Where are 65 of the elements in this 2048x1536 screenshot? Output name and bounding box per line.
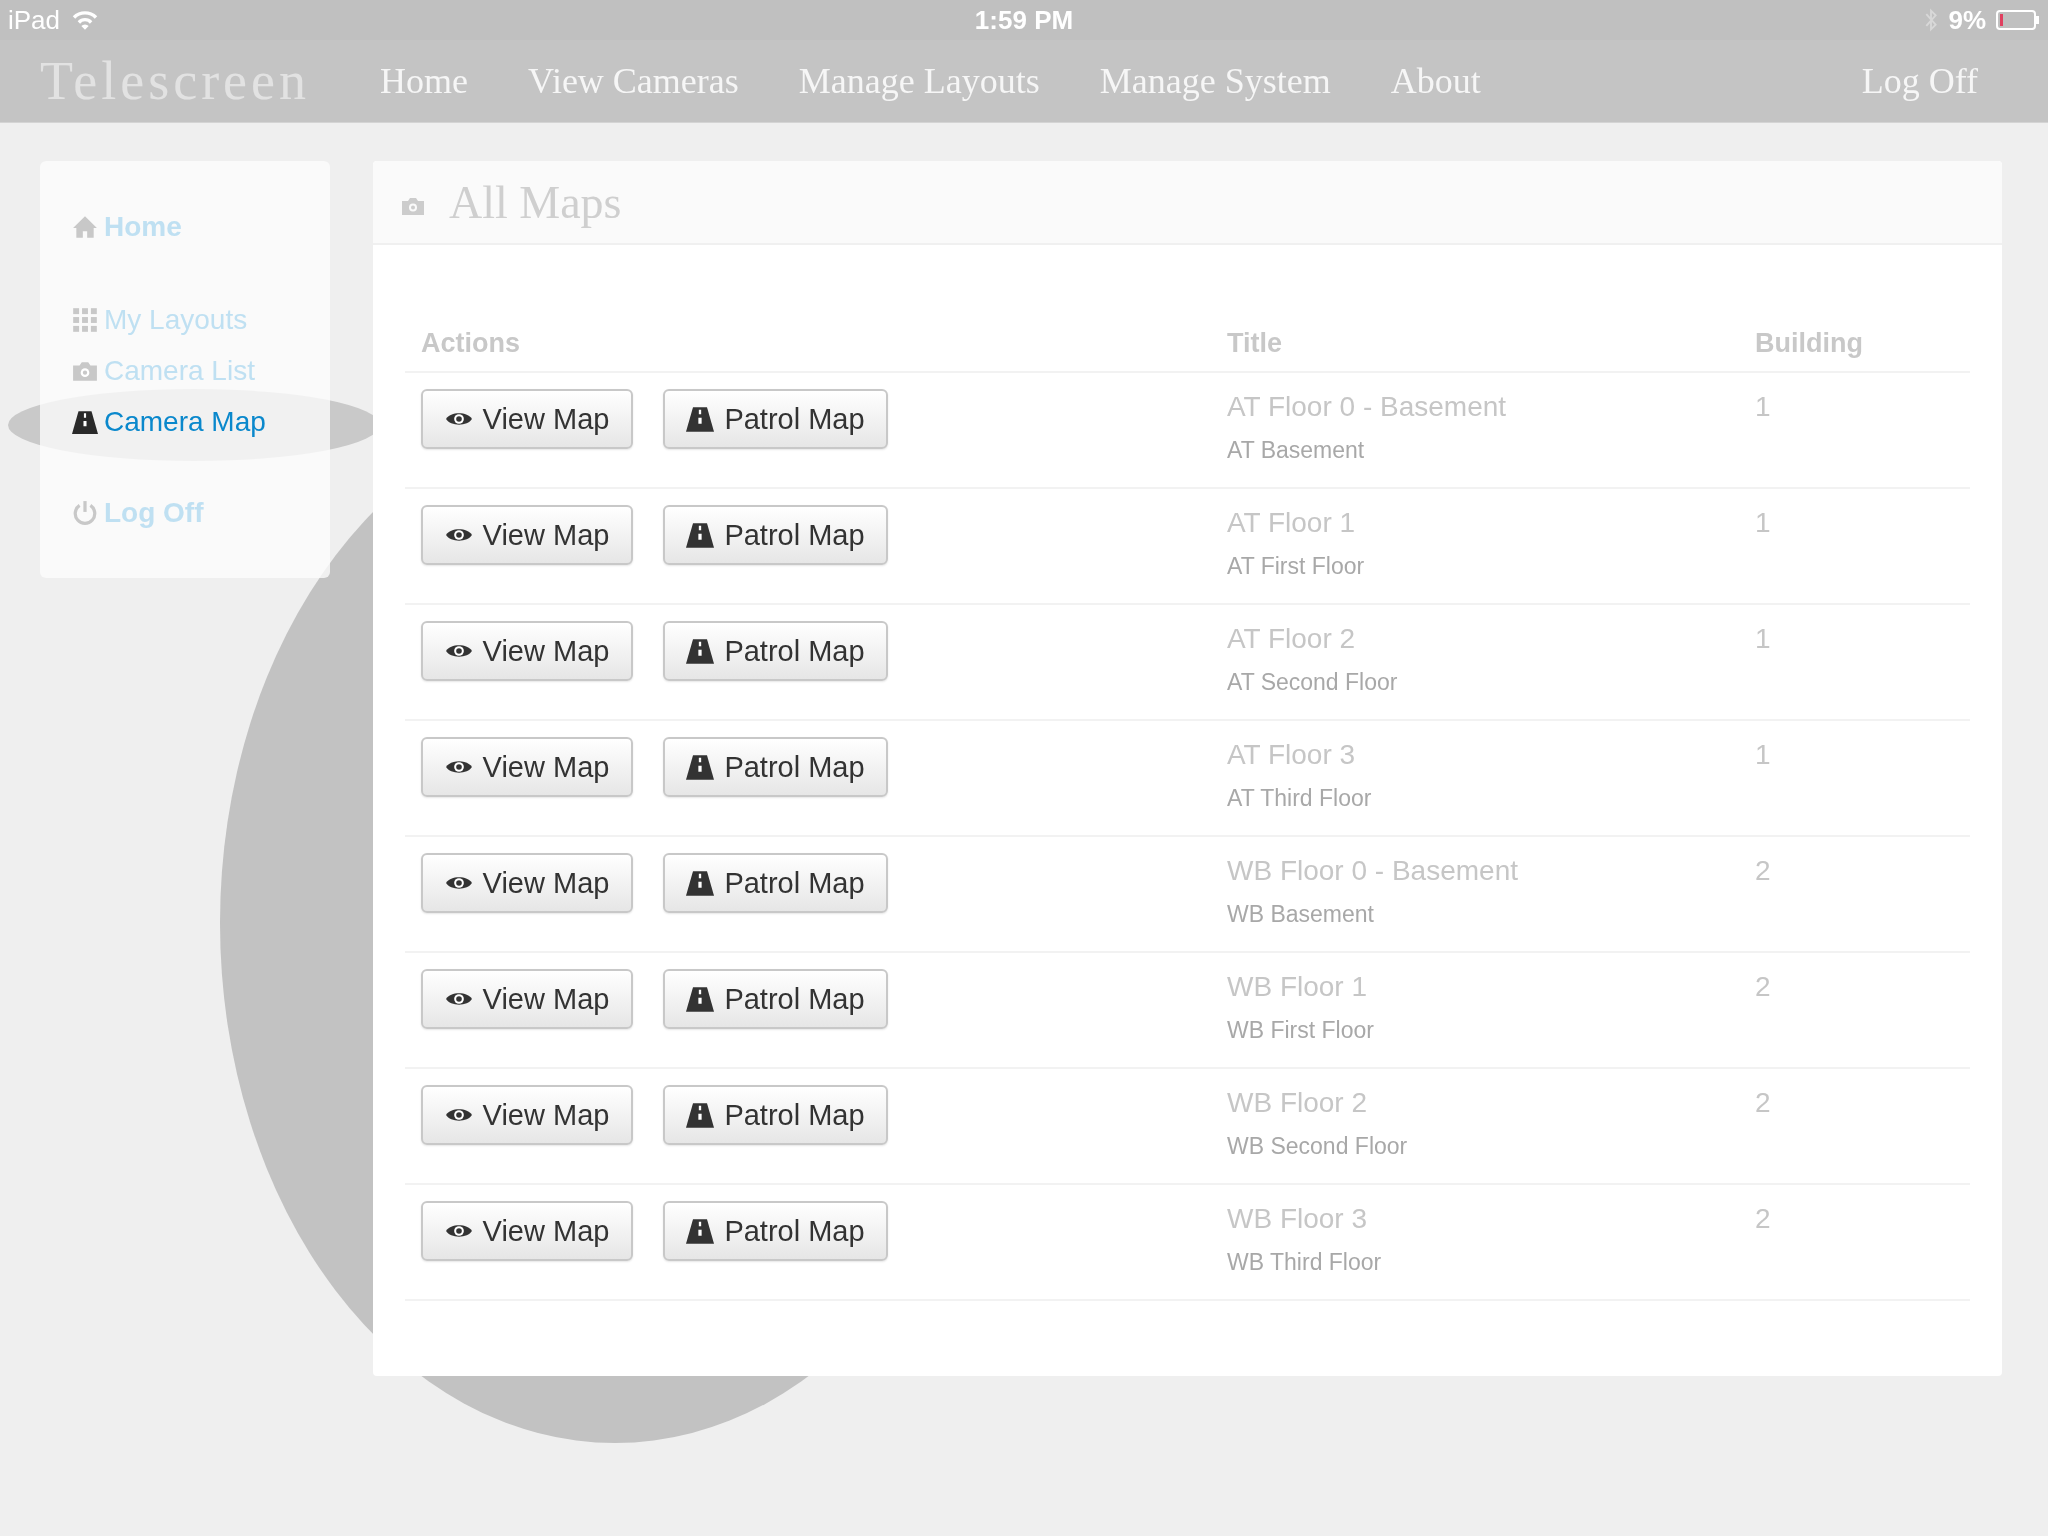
map-title: WB Floor 3 (1227, 1203, 1369, 1235)
battery-percent: 9% (1948, 4, 1986, 36)
road-icon (686, 406, 715, 432)
road-icon (686, 754, 715, 780)
view-map-button[interactable]: View Map (421, 1201, 633, 1261)
map-subtitle: AT First Floor (1227, 553, 1366, 580)
map-title: WB Floor 2 (1227, 1087, 1369, 1119)
map-subtitle: AT Third Floor (1227, 785, 1373, 812)
patrol-map-button[interactable]: Patrol Map (663, 505, 888, 565)
building-number: 1 (1755, 506, 1772, 540)
building-number: 2 (1755, 854, 1772, 888)
map-subtitle: AT Second Floor (1227, 669, 1399, 696)
map-title: AT Floor 3 (1227, 739, 1357, 771)
view-map-button[interactable]: View Map (421, 853, 633, 913)
view-map-button[interactable]: View Map (421, 1085, 633, 1145)
road-icon (72, 408, 98, 435)
eye-icon (444, 1222, 473, 1240)
camera-icon (401, 196, 425, 216)
map-title: AT Floor 0 - Basement (1227, 391, 1508, 423)
building-number: 2 (1755, 1202, 1772, 1236)
building-number: 1 (1755, 738, 1772, 772)
building-number: 1 (1755, 622, 1772, 656)
view-map-button[interactable]: View Map (421, 969, 633, 1029)
road-icon (686, 638, 715, 664)
eye-icon (444, 526, 473, 544)
bluetooth-icon (1924, 7, 1939, 33)
clock: 1:59 PM (974, 4, 1074, 36)
building-number: 2 (1755, 970, 1772, 1004)
patrol-map-button[interactable]: Patrol Map (663, 1201, 888, 1261)
eye-icon (444, 758, 473, 776)
map-title: WB Floor 0 - Basement (1227, 855, 1519, 887)
device-name: iPad (8, 4, 61, 36)
eye-icon (444, 1106, 473, 1124)
map-subtitle: WB Third Floor (1227, 1249, 1383, 1276)
road-icon (686, 1102, 715, 1128)
view-map-button[interactable]: View Map (421, 737, 633, 797)
view-map-button[interactable]: View Map (421, 505, 633, 565)
road-icon (686, 870, 715, 896)
battery-icon (1996, 10, 2040, 30)
eye-icon (444, 990, 473, 1008)
map-title: AT Floor 2 (1227, 623, 1357, 655)
map-subtitle: WB Second Floor (1227, 1133, 1409, 1160)
patrol-map-button[interactable]: Patrol Map (663, 389, 888, 449)
eye-icon (444, 410, 473, 428)
map-title: AT Floor 1 (1227, 507, 1357, 539)
building-number: 2 (1755, 1086, 1772, 1120)
road-icon (686, 1218, 715, 1244)
patrol-map-button[interactable]: Patrol Map (663, 969, 888, 1029)
road-icon (686, 986, 715, 1012)
grid-icon (72, 306, 98, 333)
road-icon (686, 522, 715, 548)
map-subtitle: AT Basement (1227, 437, 1366, 464)
patrol-map-button[interactable]: Patrol Map (663, 737, 888, 797)
view-map-button[interactable]: View Map (421, 389, 633, 449)
power-icon (72, 499, 98, 526)
map-title: WB Floor 1 (1227, 971, 1369, 1003)
map-subtitle: WB First Floor (1227, 1017, 1375, 1044)
building-number: 1 (1755, 390, 1772, 424)
view-map-button[interactable]: View Map (421, 621, 633, 681)
patrol-map-button[interactable]: Patrol Map (663, 853, 888, 913)
patrol-map-button[interactable]: Patrol Map (663, 621, 888, 681)
patrol-map-button[interactable]: Patrol Map (663, 1085, 888, 1145)
eye-icon (444, 874, 473, 892)
map-subtitle: WB Basement (1227, 901, 1375, 928)
eye-icon (444, 642, 473, 660)
